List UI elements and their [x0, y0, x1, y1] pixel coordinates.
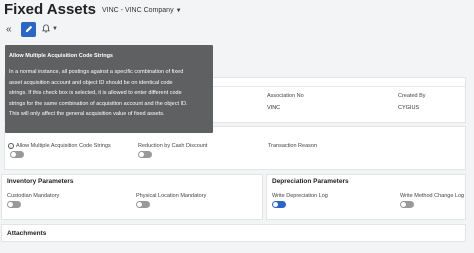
- page-title: Fixed Assets: [4, 0, 96, 18]
- physical-location-label: Physical Location Mandatory: [136, 193, 207, 199]
- tooltip-line: strings. If this check box is selected, …: [9, 90, 182, 96]
- company-selector-label: VINC - VINC Company: [102, 7, 174, 14]
- tooltip-body: In a normal instance, all postings again…: [9, 67, 209, 120]
- pencil-icon: [25, 25, 32, 33]
- write-log-toggle[interactable]: [272, 201, 286, 208]
- attachments-card[interactable]: Attachments: [1, 224, 466, 242]
- chevron-down-icon[interactable]: ▼: [52, 26, 58, 32]
- bell-button[interactable]: [42, 23, 50, 35]
- association-value: VINC: [267, 105, 281, 111]
- physical-location-toggle[interactable]: [136, 201, 150, 208]
- tooltip: Allow Multiple Acquisition Code Strings …: [5, 45, 213, 133]
- chevron-down-icon: ▼: [175, 8, 182, 14]
- bell-icon: [42, 23, 50, 33]
- inventory-card: Inventory Parameters Custodian Mandatory…: [1, 174, 263, 220]
- tooltip-title: Allow Multiple Acquisition Code Strings: [9, 53, 113, 59]
- double-chevron-left-icon[interactable]: «: [6, 24, 18, 35]
- custodian-toggle[interactable]: [7, 201, 21, 208]
- reduction-label: Reduction by Cash Discount: [138, 143, 208, 149]
- attachments-title: Attachments: [7, 230, 47, 237]
- tooltip-line: strings for the same combination of acqu…: [9, 100, 188, 107]
- inventory-title: Inventory Parameters: [7, 178, 74, 185]
- title-bar: Fixed Assets VINC - VINC Company ▼: [0, 0, 474, 18]
- depreciation-title: Depreciation Parameters: [272, 178, 349, 185]
- created-by-value: CYGIUS: [398, 105, 420, 111]
- association-label: Association No: [267, 93, 304, 99]
- toolbar: « ▼: [0, 20, 474, 38]
- allow-multiple-toggle[interactable]: [10, 151, 24, 158]
- allow-multiple-label: Allow Multiple Acquisition Code Strings: [16, 143, 111, 149]
- write-method-label: Write Method Change Log: [400, 193, 465, 199]
- depreciation-card: Depreciation Parameters Write Depreciati…: [266, 174, 466, 220]
- tooltip-line: asset acquisition account and object ID …: [9, 79, 173, 86]
- write-log-label: Write Depreciation Log: [272, 193, 328, 199]
- write-method-toggle[interactable]: [400, 201, 414, 208]
- reduction-toggle[interactable]: [138, 151, 152, 158]
- custodian-label: Custodian Mandatory: [7, 193, 60, 199]
- tooltip-line: In a normal instance, all postings again…: [9, 69, 184, 75]
- created-by-label: Created By: [398, 93, 426, 99]
- company-selector[interactable]: VINC - VINC Company ▼: [102, 7, 182, 14]
- edit-button[interactable]: [21, 21, 36, 37]
- info-icon[interactable]: i: [8, 143, 14, 149]
- tooltip-line: This will only affect the general acquis…: [9, 111, 165, 117]
- transaction-reason-label: Transaction Reason: [268, 143, 318, 149]
